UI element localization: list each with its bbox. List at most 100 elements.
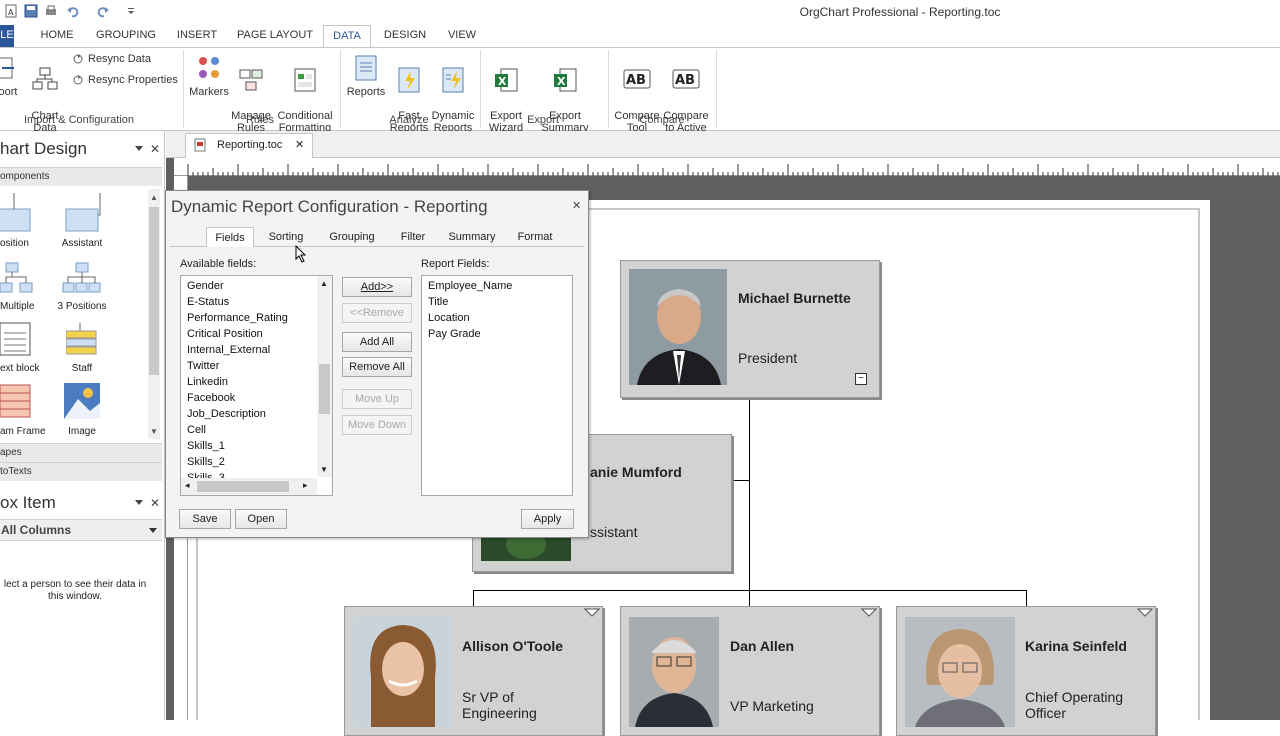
position-shape-icon[interactable] bbox=[0, 193, 32, 233]
tab-grouping[interactable]: Grouping bbox=[324, 227, 380, 247]
columns-select[interactable]: All Columns bbox=[0, 519, 162, 541]
reports-label: Reports bbox=[346, 86, 386, 98]
available-fields-hscroll[interactable]: ◂ ▸ bbox=[181, 478, 317, 495]
remove-all-button[interactable]: Remove All bbox=[342, 357, 412, 377]
box-item-close-icon[interactable]: ✕ bbox=[150, 496, 160, 510]
scroll-up-icon[interactable]: ▲ bbox=[150, 193, 158, 202]
list-item[interactable]: Cell bbox=[181, 422, 317, 438]
reports-button[interactable]: Reports bbox=[344, 54, 388, 98]
list-item[interactable]: Skills_3 bbox=[181, 470, 317, 478]
staff-shape-icon[interactable] bbox=[66, 321, 98, 357]
redo-icon[interactable] bbox=[96, 4, 110, 18]
list-item[interactable]: Critical Position bbox=[181, 326, 317, 342]
move-down-button[interactable]: Move Down bbox=[342, 415, 412, 435]
list-item[interactable]: Title bbox=[422, 294, 572, 310]
tab-sorting[interactable]: Sorting bbox=[260, 227, 312, 247]
document-tab-close-icon[interactable]: ✕ bbox=[295, 134, 304, 156]
shapes-scrollbar[interactable]: ▲ ▼ bbox=[148, 189, 160, 439]
list-item[interactable]: Linkedin bbox=[181, 374, 317, 390]
tab-home[interactable]: HOME bbox=[34, 25, 80, 47]
quick-print-icon[interactable] bbox=[44, 4, 58, 18]
box-item-menu-icon[interactable] bbox=[134, 497, 144, 507]
org-box-coo[interactable]: Karina Seinfeld Chief Operating Officer bbox=[896, 606, 1156, 736]
available-fields-vscroll[interactable]: ▲ ▼ bbox=[317, 276, 332, 477]
save-button[interactable]: Save bbox=[179, 509, 231, 529]
tab-summary[interactable]: Summary bbox=[444, 227, 500, 247]
list-item[interactable]: Location bbox=[422, 310, 572, 326]
list-item[interactable]: Employee_Name bbox=[422, 278, 572, 294]
text-block-shape-icon[interactable] bbox=[0, 321, 32, 357]
tab-grouping[interactable]: GROUPING bbox=[94, 25, 158, 47]
customize-toolbar-icon[interactable] bbox=[126, 4, 140, 18]
undo-icon[interactable] bbox=[66, 4, 80, 18]
tab-format[interactable]: Format bbox=[510, 227, 560, 247]
expand-triangle-icon[interactable] bbox=[861, 608, 877, 618]
components-category[interactable]: omponents bbox=[0, 167, 162, 186]
list-item[interactable]: Skills_2 bbox=[181, 454, 317, 470]
import-icon bbox=[0, 54, 22, 82]
expand-triangle-icon[interactable] bbox=[1137, 608, 1153, 618]
team-frame-shape-icon[interactable] bbox=[0, 383, 32, 419]
tab-fields[interactable]: Fields bbox=[206, 227, 254, 247]
panel-close-icon[interactable]: ✕ bbox=[150, 142, 160, 156]
org-box-president[interactable]: Michael Burnette President − bbox=[620, 260, 880, 398]
autotexts-category[interactable]: toTexts bbox=[0, 462, 162, 481]
add-all-button[interactable]: Add All bbox=[342, 332, 412, 352]
scroll-down-icon[interactable]: ▼ bbox=[320, 465, 328, 474]
add-field-button[interactable]: Add>> bbox=[342, 277, 412, 297]
report-fields-list[interactable]: Employee_Name Title Location Pay Grade bbox=[421, 275, 573, 496]
scroll-up-icon[interactable]: ▲ bbox=[320, 279, 328, 288]
scroll-left-icon[interactable]: ◂ bbox=[185, 480, 190, 491]
org-box-vp-marketing[interactable]: Dan Allen VP Marketing bbox=[620, 606, 880, 736]
shape-label-image: Image bbox=[68, 426, 96, 437]
collapse-icon[interactable]: − bbox=[855, 373, 867, 385]
shapes-category[interactable]: apes bbox=[0, 443, 162, 462]
person-name: Michael Burnette bbox=[738, 290, 851, 306]
tab-insert[interactable]: INSERT bbox=[174, 25, 220, 47]
ribbon-separator bbox=[340, 50, 341, 128]
resync-data-button[interactable]: Resync Data bbox=[72, 53, 151, 65]
list-item[interactable]: Facebook bbox=[181, 390, 317, 406]
expand-triangle-icon[interactable] bbox=[584, 608, 600, 618]
list-item[interactable]: Performance_Rating bbox=[181, 310, 317, 326]
list-item[interactable]: Pay Grade bbox=[422, 326, 572, 342]
list-item[interactable]: E-Status bbox=[181, 294, 317, 310]
open-button[interactable]: Open bbox=[235, 509, 287, 529]
conditional-formatting-button[interactable]: Conditional Formatting bbox=[274, 54, 336, 134]
group-label-analyze: Analyze bbox=[389, 114, 429, 126]
scroll-right-icon[interactable]: ▸ bbox=[303, 480, 308, 491]
tab-data[interactable]: DATA bbox=[323, 25, 371, 48]
list-item[interactable]: Internal_External bbox=[181, 342, 317, 358]
scrollbar-thumb[interactable] bbox=[197, 481, 289, 492]
scrollbar-thumb[interactable] bbox=[149, 207, 159, 375]
org-box-sr-vp-engineering[interactable]: Allison O'Toole Sr VP of Engineering bbox=[344, 606, 603, 736]
remove-field-button[interactable]: <<Remove bbox=[342, 303, 412, 323]
dialog-close-icon[interactable]: ✕ bbox=[572, 199, 581, 212]
list-item[interactable]: Job_Description bbox=[181, 406, 317, 422]
tab-filter[interactable]: Filter bbox=[392, 227, 434, 247]
apply-button[interactable]: Apply bbox=[521, 509, 574, 529]
assistant-shape-icon[interactable] bbox=[64, 193, 104, 233]
list-item[interactable]: Gender bbox=[181, 278, 317, 294]
image-shape-icon[interactable] bbox=[64, 383, 100, 419]
tab-view[interactable]: VIEW bbox=[442, 25, 482, 47]
list-item[interactable]: Skills_1 bbox=[181, 438, 317, 454]
tab-file[interactable]: LE bbox=[0, 25, 14, 47]
scroll-down-icon[interactable]: ▼ bbox=[150, 427, 158, 436]
panel-menu-icon[interactable] bbox=[134, 143, 144, 153]
available-fields-list[interactable]: Gender E-Status Performance_Rating Critical… bbox=[180, 275, 333, 496]
scrollbar-thumb[interactable] bbox=[319, 364, 330, 414]
import-button[interactable]: oort bbox=[0, 54, 22, 98]
markers-button[interactable]: Markers bbox=[188, 54, 230, 98]
list-item[interactable]: Twitter bbox=[181, 358, 317, 374]
move-up-button[interactable]: Move Up bbox=[342, 389, 412, 409]
resync-data-icon bbox=[72, 53, 84, 65]
three-positions-shape-icon[interactable] bbox=[62, 261, 102, 297]
resync-properties-button[interactable]: Resync Properties bbox=[72, 74, 178, 86]
reports-icon bbox=[352, 54, 380, 82]
multiple-shape-icon[interactable] bbox=[0, 261, 34, 297]
save-icon[interactable] bbox=[24, 4, 38, 18]
tab-page-layout[interactable]: PAGE LAYOUT bbox=[236, 25, 314, 47]
document-tab[interactable]: Reporting.toc ✕ bbox=[185, 133, 313, 158]
tab-design[interactable]: DESIGN bbox=[380, 25, 430, 47]
